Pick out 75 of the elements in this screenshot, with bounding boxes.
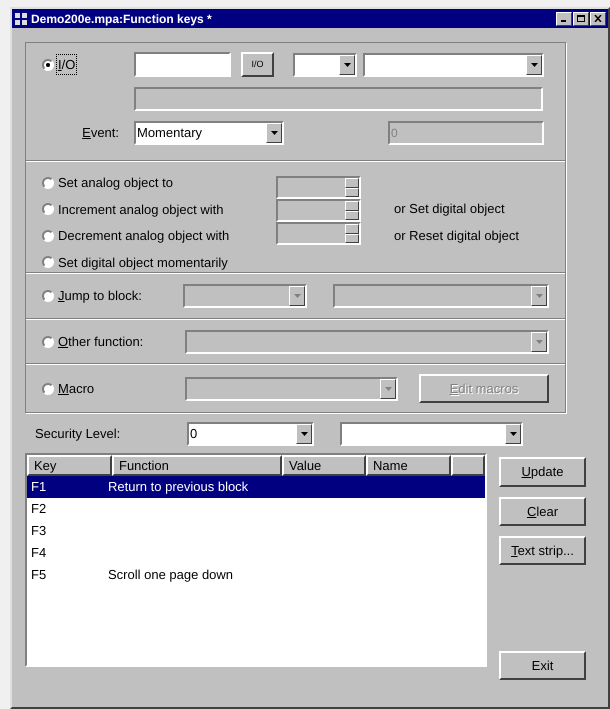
app-icon (14, 12, 28, 26)
radio-label: Set digital object momentarily (57, 254, 229, 272)
table-row[interactable]: F3 (27, 520, 485, 542)
combo-box[interactable]: Momentary (134, 121, 284, 145)
dropdown-arrow-button[interactable] (505, 424, 521, 444)
radio-button[interactable] (42, 290, 54, 302)
push-button[interactable]: Clear (499, 497, 586, 526)
radio-label: Set analog object to (57, 174, 174, 192)
radio-button[interactable] (42, 176, 54, 189)
table-row[interactable]: F4 (27, 542, 485, 564)
radio-button[interactable] (42, 382, 54, 394)
radio-label: Other function: (57, 332, 144, 351)
caret-icon (530, 62, 538, 66)
caret-icon (384, 386, 392, 390)
table-cell-text: F2 (30, 500, 48, 518)
radio-label: Decrement analog object with (57, 227, 230, 245)
caret-icon (294, 294, 300, 298)
dropdown-arrow-button[interactable] (296, 424, 312, 444)
window-title: Demo200e.mpa:Function keys * (31, 10, 213, 28)
push-button[interactable]: I/O (241, 52, 274, 77)
column-header[interactable]: Value (282, 455, 366, 476)
caret-icon (270, 131, 278, 135)
caret-icon (510, 432, 516, 436)
radio-button[interactable] (42, 58, 54, 70)
dropdown-arrow-button[interactable] (380, 378, 396, 398)
dropdown-arrow-button[interactable] (531, 286, 547, 306)
caret-icon (344, 62, 350, 66)
push-button[interactable]: Update (499, 457, 586, 487)
combo-value: Momentary (137, 125, 202, 140)
dropdown-arrow-button[interactable] (531, 332, 547, 352)
radio-label: Macro (57, 380, 96, 398)
close-icon (594, 15, 602, 22)
radio-label: I/O (57, 54, 76, 74)
combo-box[interactable] (293, 52, 357, 76)
table-cell-text: Return to previous block (108, 478, 248, 496)
table-cell-text: F3 (30, 522, 48, 540)
dropdown-arrow-button[interactable] (526, 54, 542, 74)
column-header[interactable]: Key (27, 455, 112, 476)
table-row[interactable]: F5 Scroll one page down (27, 564, 485, 586)
option-note: or Reset digital object (394, 226, 520, 245)
column-header[interactable]: Function (112, 455, 282, 476)
push-button[interactable]: Text strip... (499, 536, 586, 565)
spin-field[interactable] (276, 199, 361, 222)
dropdown-arrow-button[interactable] (289, 286, 305, 306)
radio-label: Jump to block: (57, 287, 143, 306)
radio-button[interactable] (42, 336, 54, 348)
dropdown-arrow-button[interactable] (266, 123, 282, 143)
radio-button[interactable] (42, 256, 54, 268)
table-row[interactable]: F2 (27, 498, 485, 520)
field-label: Security Level: (34, 425, 122, 444)
table-cell-text: F5 (30, 566, 48, 584)
maximize-button[interactable] (573, 12, 589, 26)
minimize-button[interactable] (556, 12, 572, 26)
column-header[interactable]: Name (366, 455, 451, 476)
caret-icon (536, 340, 542, 344)
spin-field[interactable] (276, 176, 361, 199)
maximize-icon (577, 15, 585, 22)
push-button[interactable]: Exit (499, 651, 586, 680)
caret-icon (300, 432, 308, 436)
table-cell-text: F1 (30, 478, 48, 496)
option-note: or Set digital object (394, 200, 506, 218)
caret-icon (536, 294, 542, 298)
field-label: Event: (82, 124, 119, 142)
spin-field[interactable] (276, 222, 361, 245)
radio-button[interactable] (42, 203, 54, 216)
combo-value: 0 (190, 426, 198, 441)
table-cell-text: Scroll one page down (108, 566, 234, 584)
dropdown-arrow-button[interactable] (339, 54, 355, 74)
radio-button[interactable] (42, 230, 54, 242)
close-button[interactable] (590, 12, 606, 26)
combo-box[interactable]: 0 (187, 422, 314, 446)
radio-label: Increment analog object with (57, 200, 224, 219)
table-cell-text: F4 (30, 544, 48, 562)
text-field[interactable] (134, 52, 231, 77)
table-row[interactable]: F1 Return to previous block (27, 476, 485, 498)
